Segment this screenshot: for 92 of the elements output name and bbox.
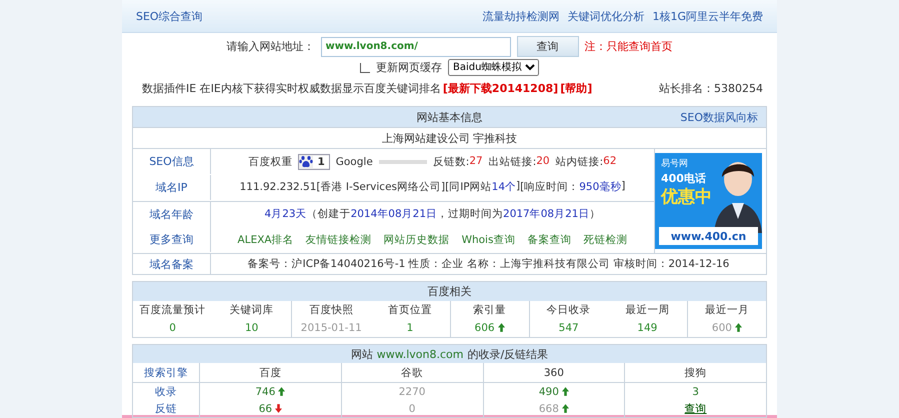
row-label: 域名备案 (133, 253, 211, 274)
stat-label: 反链数: (432, 154, 470, 168)
info-link[interactable]: 2017年08月21日 (503, 207, 590, 221)
row-label: 更多查询 (133, 227, 211, 252)
info-link[interactable]: 950毫秒 (579, 180, 622, 194)
ad-headline: 400电话 (661, 171, 706, 186)
stat-value: 0 (169, 322, 176, 334)
info-text: （创建于 (306, 207, 351, 221)
query-link[interactable]: Whois查询 (462, 232, 516, 247)
stat-value: 20 (536, 154, 550, 168)
url-label: 请输入网站地址： (226, 39, 314, 54)
column-header: 关键词库 (230, 302, 274, 316)
column-header: 搜狗 (684, 366, 707, 380)
column-header: 索引量 (473, 302, 506, 316)
column-header: 最近一月 (704, 302, 749, 316)
result-value: 2270 (398, 386, 426, 398)
section-title: 百度相关 (428, 284, 472, 299)
weight-label: 百度权重 (248, 154, 292, 168)
row-label: 域名IP (133, 174, 211, 200)
info-link[interactable]: 14个 (492, 180, 516, 194)
column-header: 百度 (259, 366, 282, 380)
query-link[interactable]: 死链检测 (583, 232, 628, 247)
column-header: 谷歌 (401, 366, 424, 380)
checkbox-label: 更新网页缓存 (376, 60, 442, 75)
section-title: 的收录/反链结果 (468, 346, 548, 362)
stat-value: 27 (469, 154, 483, 168)
info-text: 111.92.232.51[香港 I-Services网络公司] (240, 180, 446, 194)
seo-trend-link[interactable]: SEO数据风向标 (680, 110, 758, 125)
site-title: 上海网站建设公司 宇推科技 (382, 130, 518, 146)
plugin-text: 数据插件IE 在IE内核下获得实时权威数据显示百度关键词排名 (142, 80, 441, 96)
stat-label: 出站链接: (488, 154, 536, 168)
query-link[interactable]: 友情链接检测 (306, 232, 372, 247)
section-title: 网站基本信息 (416, 110, 482, 124)
header-link[interactable]: 1核1G阿里云半年免费 (652, 8, 763, 24)
checkbox[interactable] (360, 62, 370, 72)
icp-text: 备案号：沪ICP备14040216号-1 性质：企业 名称：上海宇推科技有限公司 审核时间：2014-12-16 (248, 257, 730, 271)
column-header: 百度流量预计 (140, 302, 206, 316)
url-field[interactable]: www.lvon8.com/ (320, 36, 510, 56)
row-label: SEO信息 (133, 149, 211, 174)
info-link[interactable]: 2014年08月21日 (350, 207, 438, 221)
result-value: 0 (408, 402, 416, 414)
site-link[interactable]: www.lvon8.com (376, 348, 464, 360)
column-header: 最近一周 (625, 302, 670, 316)
stat-label: 站内链接: (556, 154, 604, 168)
column-header: 百度快照 (309, 302, 354, 316)
section-title: 网站 (350, 346, 373, 362)
result-value: 490 (538, 386, 559, 398)
stat-value: 600 (712, 322, 732, 334)
download-link[interactable]: [最新下载20141208] (442, 80, 558, 96)
engine-select[interactable]: Baidu蜘蛛模拟 (448, 59, 539, 76)
query-link[interactable]: 查询 (684, 402, 707, 416)
info-text: ，过期时间为 (437, 207, 504, 221)
brand-text: 易号网 (661, 158, 688, 170)
info-text: ] (516, 180, 520, 194)
query-link[interactable]: 备案查询 (527, 232, 572, 247)
query-link[interactable]: ALEXA排名 (238, 232, 294, 247)
weight-badge: 1 (298, 154, 330, 170)
stat-value: 149 (637, 322, 658, 334)
info-text: [同IP网站 (445, 180, 492, 194)
help-link[interactable]: [帮助] (560, 80, 592, 96)
info-link[interactable]: 4月23天 (264, 207, 307, 221)
query-button[interactable]: 查询 (516, 36, 578, 57)
header-link[interactable]: 关键词优化分析 (567, 8, 644, 24)
stat-value: 547 (558, 322, 579, 334)
query-link[interactable]: 网站历史数据 (384, 232, 450, 247)
result-value: 668 (538, 402, 559, 414)
result-value: 746 (255, 386, 276, 398)
info-text: ] (621, 180, 626, 194)
page-title: SEO综合查询 (136, 8, 203, 24)
result-value: 66 (258, 402, 272, 414)
ad-slogan: 优惠中 (661, 186, 712, 208)
column-header: 360 (544, 366, 564, 378)
note-text: 注：只能查询首页 (584, 39, 672, 54)
row-label: 收录 (155, 384, 177, 398)
info-text: ） (589, 207, 600, 221)
ad-url[interactable]: www.400.cn (659, 227, 758, 245)
info-text: [响应时间： (520, 180, 580, 194)
header-link[interactable]: 流量劫持检测网 (482, 8, 560, 24)
paw-icon (299, 155, 314, 168)
rank-text: 站长排名：5380254 (659, 80, 763, 96)
row-label: 反链 (155, 402, 177, 416)
stat-value: 10 (245, 322, 258, 334)
column-header: 搜索引擎 (144, 366, 188, 380)
column-header: 首页位置 (388, 302, 432, 316)
stat-value: 606 (474, 322, 495, 334)
stat-value: 62 (603, 154, 617, 168)
stat-value: 2015-01-11 (300, 322, 362, 334)
column-header: 今日收录 (546, 302, 591, 316)
google-label: Google (336, 156, 373, 168)
row-label: 域名年龄 (133, 200, 211, 226)
result-value: 3 (692, 386, 699, 398)
stat-value: 1 (406, 322, 414, 334)
